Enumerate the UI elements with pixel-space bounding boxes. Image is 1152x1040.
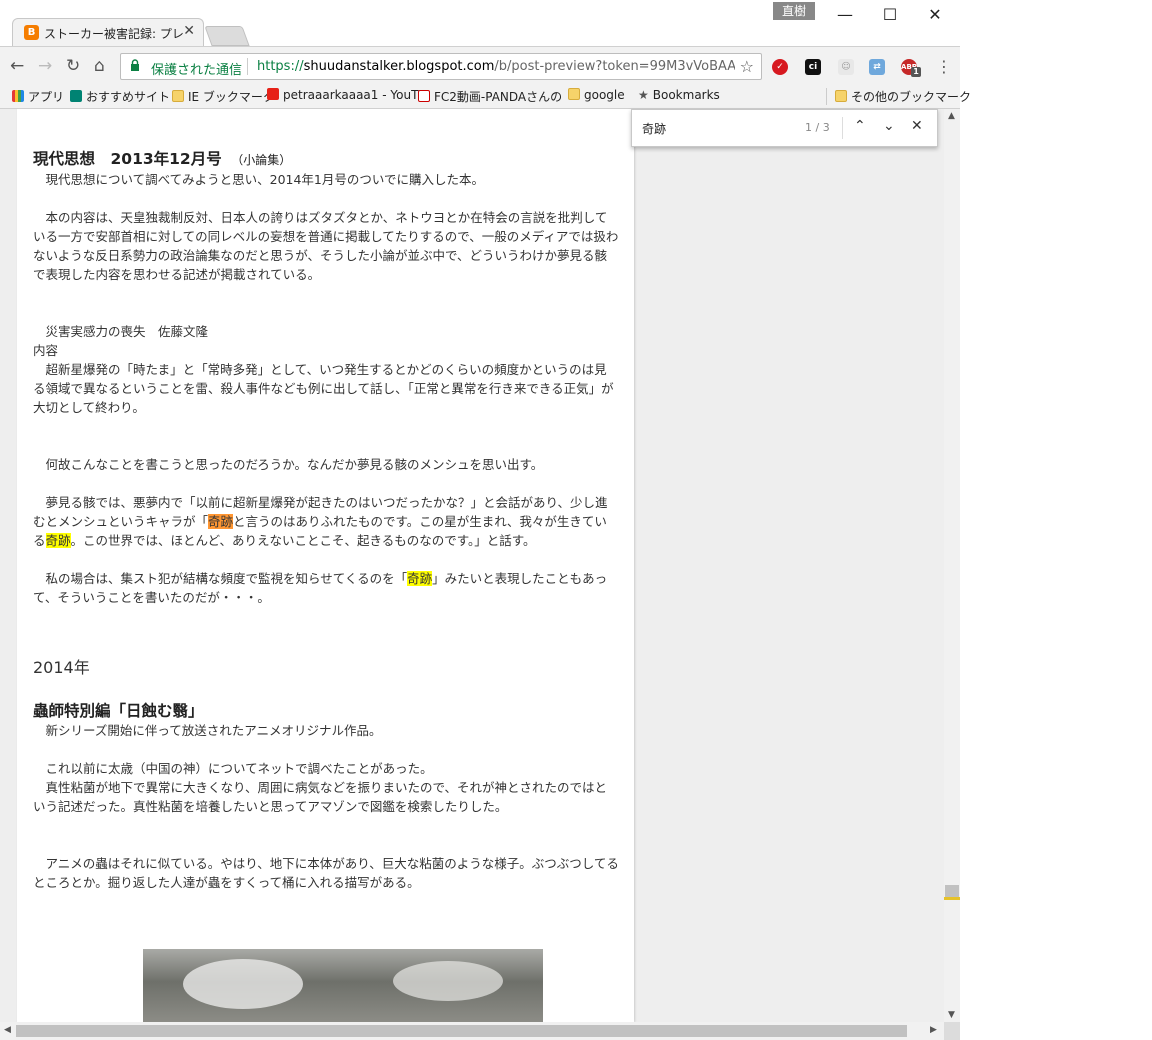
folder-icon [172,90,184,102]
paragraph: これ以前に太歳（中国の神）についてネットで調べたことがあった。 [33,761,433,776]
scroll-left-arrow-icon[interactable]: ◀ [4,1025,11,1035]
ci-extension-icon[interactable]: ci [805,59,821,75]
paragraph: アニメの蟲はそれに似ている。やはり、地下に本体があり、巨大な粘菌のような様子。ぶ… [33,856,619,890]
page-viewport: 現代思想 2013年12月号 （小論集） 現代思想について調べてみようと思い、2… [0,109,944,1022]
folder-icon [835,90,847,102]
navigation-toolbar: ← → ↻ ⌂ 保護された通信 https://shuudanstalker.b… [0,46,960,85]
forward-arrow-icon[interactable]: → [38,56,52,76]
bookmark-apps[interactable]: アプリ [12,88,64,105]
post-image [143,949,543,1022]
minimize-button[interactable]: — [822,4,868,26]
find-result-marker [944,897,960,900]
tab-close-icon[interactable]: ✕ [183,23,195,39]
home-icon[interactable]: ⌂ [94,56,105,76]
bookmark-ie-folder[interactable]: IE ブックマーク [172,88,275,105]
reload-icon[interactable]: ↻ [66,56,80,76]
address-bar[interactable]: 保護された通信 https://shuudanstalker.blogspot.… [120,53,762,80]
secure-label: 保護された通信 [151,63,243,78]
paragraph: 私の場合は、集スト犯が結構な頻度で監視を知らせてくるのを「奇跡」みたいと表現した… [33,569,619,607]
profile-badge[interactable]: 直樹 [773,2,815,20]
year-heading: 2014年 [33,658,90,677]
bookmark-label: おすすめサイト [86,90,171,104]
bookmark-label: アプリ [28,90,65,104]
post-heading-2: 蟲師特別編「日蝕む翳」 [33,702,204,720]
bookmark-bookmarks[interactable]: ★ Bookmarks [638,88,720,102]
bookmark-google-folder[interactable]: google [568,88,625,102]
new-tab-button[interactable] [204,26,250,46]
find-previous-chevron-up-icon[interactable]: ⌃ [854,118,866,134]
post-preview: 現代思想 2013年12月号 （小論集） 現代思想について調べてみようと思い、2… [17,109,634,1022]
find-divider [842,117,843,139]
text-run: 。この世界では、ほとんど、ありえないことこそ、起きるものなのです。」と話す。 [70,533,536,548]
bookmark-fc2[interactable]: FC2動画-PANDAさんの [418,88,562,105]
bookmarks-bar: アプリ おすすめサイト IE ブックマーク petraaarkaaaa1 - Y… [0,84,971,109]
find-close-icon[interactable]: ✕ [911,118,923,134]
vertical-scrollbar[interactable]: ▲ ▼ [944,109,960,1022]
back-arrow-icon[interactable]: ← [10,56,24,76]
browser-tab[interactable]: B ストーカー被害記録: プレビュー ✕ [12,18,204,46]
chrome-menu-icon[interactable]: ⋮ [936,57,952,76]
find-bar: 奇跡 1 / 3 ⌃ ⌄ ✕ [631,109,938,147]
browser-window: B ストーカー被害記録: プレビュー ✕ 直樹 — ☐ ✕ ← → ↻ ⌂ 保護… [0,0,971,1040]
scroll-up-arrow-icon[interactable]: ▲ [948,111,955,121]
paragraph: 夢見る骸では、悪夢内で「以前に超新星爆発が起きたのはいつだったかな？」と会話があ… [33,493,619,550]
url-path: /b/post-preview?token=99M3vVoBAAA.t [494,59,735,74]
paragraph: 超新星爆発の「時たま」と「常時多発」として、いつ発生するとかどのくらいの頻度かと… [33,362,614,415]
post-heading-1: 現代思想 2013年12月号 （小論集） [33,149,619,170]
find-match: 奇跡 [45,533,71,548]
paragraph: 内容 [33,343,59,358]
apps-grid-icon [12,90,24,102]
find-match: 奇跡 [407,571,433,586]
find-match-count: 1 / 3 [805,121,830,134]
post-body: 現代思想 2013年12月号 （小論集） 現代思想について調べてみようと思い、2… [33,149,619,892]
heading-text: 現代思想 2013年12月号 [33,150,222,168]
star-icon: ★ [638,88,649,102]
bing-icon [70,90,82,102]
close-window-button[interactable]: ✕ [912,4,958,26]
horizontal-scroll-thumb[interactable] [16,1025,907,1037]
url-scheme: https:// [257,59,304,74]
paragraph: 何故こんなことを書こうと思ったのだろうか。なんだか夢見る骸のメンシュを思い出す。 [33,457,544,472]
bookmark-label: Bookmarks [652,88,720,102]
url-host: shuudanstalker.blogspot.com [303,59,495,74]
scrollbar-corner [944,1022,960,1040]
fc2-icon [418,90,430,102]
abp-count-badge: 1 [911,67,921,77]
folder-icon [568,88,580,100]
sync-extension-icon[interactable]: ⇄ [869,59,885,75]
address-divider [247,58,248,75]
url-text[interactable]: https://shuudanstalker.blogspot.com/b/po… [257,59,735,74]
trend-micro-extension-icon[interactable]: ✓ [772,59,788,75]
blogger-icon: B [24,25,39,40]
bookmark-label: google [584,88,625,102]
maximize-button[interactable]: ☐ [867,4,913,26]
title-bar: B ストーカー被害記録: プレビュー ✕ 直樹 — ☐ ✕ [0,0,960,46]
youtube-icon [267,88,279,100]
find-next-chevron-down-icon[interactable]: ⌄ [883,118,895,134]
bookmark-star-icon[interactable]: ☆ [740,57,754,76]
paragraph: 本の内容は、天皇独裁制反対、日本人の誇りはズタズタとか、ネトウヨとか在特会の言説… [33,210,619,282]
heading-note: （小論集） [237,153,292,167]
bookmark-label: FC2動画-PANDAさんの [434,90,563,104]
paragraph: 災害実感力の喪失 佐藤文隆 [33,324,209,339]
paragraph: 現代思想について調べてみようと思い、2014年1月号のついでに購入した本。 [33,172,485,187]
find-input[interactable]: 奇跡 [642,120,666,137]
scroll-right-arrow-icon[interactable]: ▶ [930,1025,937,1035]
text-run: 私の場合は、集スト犯が結構な頻度で監視を知らせてくるのを「 [33,571,408,586]
bookmark-label: petraaarkaaaa1 - YouT [283,88,419,102]
bookmark-recommended[interactable]: おすすめサイト [70,88,170,105]
find-match-active: 奇跡 [208,514,234,529]
paragraph: 真性粘菌が地下で異常に大きくなり、周囲に病気などを振りまいたので、それが神とされ… [33,780,608,814]
tab-title: ストーカー被害記録: プレビュー [44,27,184,41]
horizontal-scrollbar[interactable]: ◀ ▶ [0,1022,944,1040]
paragraph: 新シリーズ開始に伴って放送されたアニメオリジナル作品。 [33,723,382,738]
ghost-extension-icon[interactable]: ☺ [838,59,854,75]
lock-icon [130,59,140,75]
scroll-down-arrow-icon[interactable]: ▼ [948,1010,955,1020]
bookmark-label: IE ブックマーク [188,90,275,104]
bookmark-other-folder[interactable]: その他のブックマーク [826,88,971,105]
bookmark-youtube[interactable]: petraaarkaaaa1 - YouT [267,88,418,102]
bookmark-label: その他のブックマーク [851,90,972,104]
